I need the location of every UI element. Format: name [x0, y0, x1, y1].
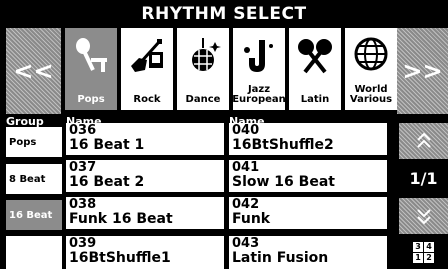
rhythm-name: 16 Beat 1	[69, 137, 145, 153]
rhythm-name: Slow 16 Beat	[232, 174, 335, 190]
group-item-16-beat[interactable]: 16 Beat	[6, 200, 62, 230]
rhythm-item[interactable]: 039 16BtShuffle1	[66, 236, 224, 269]
maracas-icon	[298, 39, 332, 74]
rhythm-number: 040	[232, 123, 260, 138]
category-label: Jazz European	[232, 84, 286, 105]
next-category-page-button[interactable]: >>	[397, 28, 448, 114]
rhythm-number: 041	[232, 160, 260, 175]
category-label: World Various	[349, 84, 393, 105]
rhythm-number: 043	[232, 236, 260, 251]
electric-guitar-icon	[131, 39, 163, 72]
double-chevron-up-icon	[416, 132, 431, 148]
page-up-button[interactable]	[399, 123, 448, 159]
group-item-empty	[6, 236, 62, 269]
category-latin[interactable]: Latin	[289, 28, 341, 110]
group-label: 8 Beat	[9, 173, 46, 185]
rhythm-number: 037	[69, 160, 97, 175]
category-rock[interactable]: Rock	[121, 28, 173, 110]
category-label: Dance	[185, 94, 221, 105]
page-indicator: 1/1	[409, 169, 438, 188]
group-label: Pops	[9, 136, 37, 148]
rhythm-number: 036	[69, 123, 97, 138]
group-label: 16 Beat	[9, 209, 53, 221]
category-world-various[interactable]: World Various	[345, 28, 397, 110]
globe-icon	[354, 37, 388, 71]
grid-cell: 3	[413, 242, 423, 252]
double-chevron-right-icon: >>	[402, 57, 443, 85]
grid-cell: 2	[424, 253, 434, 263]
microphone-icon	[76, 38, 107, 72]
rhythm-number: 042	[232, 197, 260, 212]
rhythm-item[interactable]: 036 16 Beat 1	[66, 123, 224, 155]
rhythm-name: 16 Beat 2	[69, 174, 145, 190]
category-label: Pops	[77, 94, 105, 105]
page-down-button[interactable]	[399, 198, 448, 234]
category-label: Rock	[133, 94, 161, 105]
rhythm-item[interactable]: 042 Funk	[229, 197, 387, 229]
category-dance[interactable]: Dance	[177, 28, 229, 110]
rhythm-number: 038	[69, 197, 97, 212]
category-pops[interactable]: Pops	[65, 28, 117, 110]
rhythm-item[interactable]: 043 Latin Fusion	[229, 236, 387, 269]
rhythm-name: 16BtShuffle1	[69, 250, 171, 266]
view-toggle-button[interactable]: 3 4 1 2	[399, 236, 448, 269]
rhythm-item[interactable]: 041 Slow 16 Beat	[229, 160, 387, 192]
grid-cell: 4	[424, 242, 434, 252]
double-chevron-down-icon	[416, 209, 431, 225]
rhythm-name: Latin Fusion	[232, 250, 329, 266]
saxophone-icon	[244, 40, 273, 72]
rhythm-name: Funk	[232, 211, 271, 227]
group-item-8-beat[interactable]: 8 Beat	[6, 164, 62, 194]
grid-cell: 1	[413, 253, 423, 263]
rhythm-item[interactable]: 037 16 Beat 2	[66, 160, 224, 192]
group-item-pops[interactable]: Pops	[6, 127, 62, 157]
grid-view-icon: 3 4 1 2	[413, 242, 434, 263]
disco-ball-icon	[192, 38, 221, 71]
rhythm-item[interactable]: 040 16BtShuffle2	[229, 123, 387, 155]
category-jazz-european[interactable]: Jazz European	[232, 28, 286, 110]
rhythm-name: Funk 16 Beat	[69, 211, 173, 227]
double-chevron-left-icon: <<	[13, 57, 54, 85]
rhythm-name: 16BtShuffle2	[232, 137, 334, 153]
rhythm-number: 039	[69, 236, 97, 251]
prev-category-page-button[interactable]: <<	[6, 28, 61, 114]
rhythm-item[interactable]: 038 Funk 16 Beat	[66, 197, 224, 229]
category-label: Latin	[300, 94, 330, 105]
screen-title: RHYTHM SELECT	[0, 0, 448, 28]
